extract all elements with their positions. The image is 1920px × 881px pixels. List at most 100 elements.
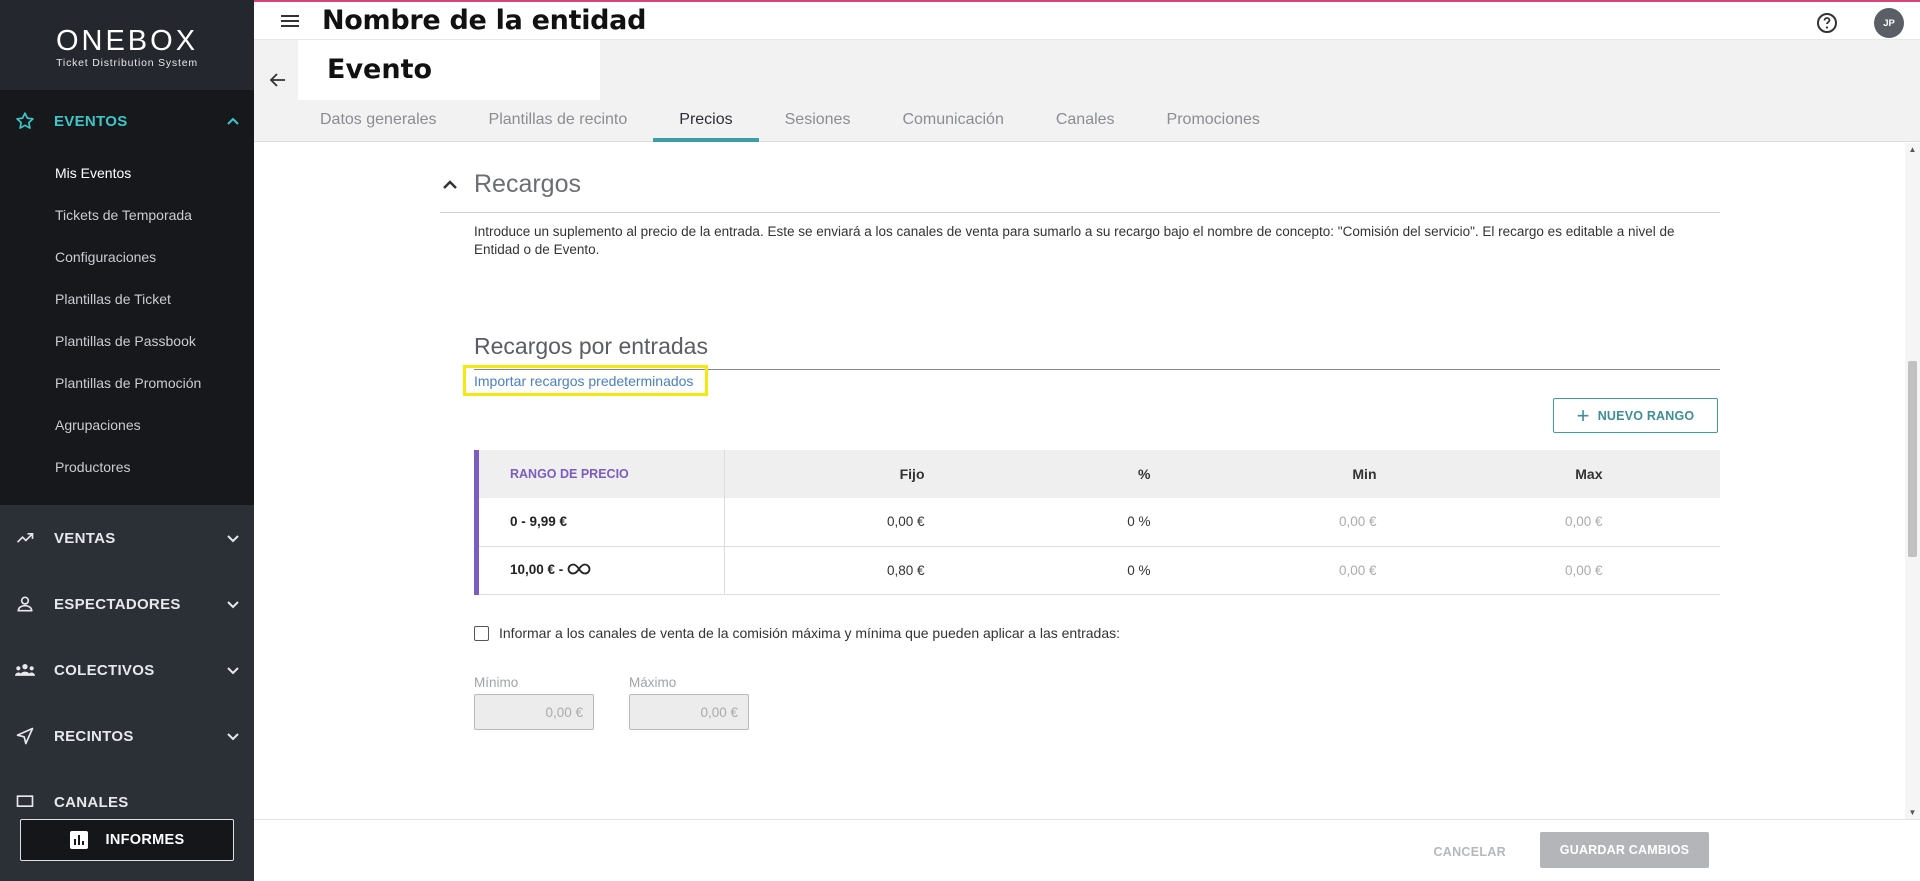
chevron-up-icon (226, 114, 240, 128)
help-icon[interactable] (1816, 12, 1838, 34)
inform-channels-row: Informar a los canales de venta de la co… (474, 625, 1120, 641)
cell-range-label: 10,00 € - (510, 562, 564, 578)
scroll-down-icon[interactable]: ▼ (1908, 808, 1917, 817)
informes-button[interactable]: INFORMES (20, 819, 234, 861)
scroll-up-icon[interactable]: ▲ (1908, 145, 1917, 154)
tab-precios[interactable]: Precios (653, 104, 759, 142)
section-title: Recargos (474, 170, 581, 198)
save-button[interactable]: GUARDAR CAMBIOS (1540, 832, 1709, 868)
tab-comunicacion[interactable]: Comunicación (876, 104, 1029, 142)
header-max: Max (1376, 450, 1603, 498)
nav-recintos[interactable]: RECINTOS (0, 703, 254, 769)
nav-espectadores[interactable]: ESPECTADORES (0, 571, 254, 637)
header-percent: % (924, 450, 1151, 498)
cell-spacer (1602, 498, 1720, 547)
cell-fixed[interactable]: 0,80 € (724, 546, 925, 595)
cell-spacer (1602, 546, 1720, 595)
eventos-menu: EVENTOS Mis Eventos Tickets de Temporada… (0, 90, 254, 505)
bar-chart-icon (69, 831, 88, 849)
tab-sesiones[interactable]: Sesiones (759, 104, 877, 142)
min-input: 0,00 € (474, 694, 594, 730)
informes-label: INFORMES (105, 832, 185, 848)
tab-canales[interactable]: Canales (1030, 104, 1141, 142)
nav-canales-label: CANALES (54, 793, 129, 811)
max-input: 0,00 € (629, 694, 749, 730)
group-icon (14, 659, 36, 681)
nav-espectadores-label: ESPECTADORES (54, 595, 181, 613)
scroll-thumb[interactable] (1908, 361, 1917, 557)
nav-ventas[interactable]: VENTAS (0, 505, 254, 571)
menu-icon[interactable] (280, 12, 300, 30)
cell-percent[interactable]: 0 % (924, 498, 1151, 547)
footer: CANCELAR GUARDAR CAMBIOS (254, 819, 1920, 881)
recargos-section-header: Recargos (440, 157, 1720, 213)
person-icon (14, 593, 36, 615)
chevron-down-icon (226, 531, 240, 545)
inform-channels-label: Informar a los canales de venta de la co… (499, 625, 1120, 641)
nav-eventos[interactable]: EVENTOS (0, 90, 254, 152)
logo-subtitle: Ticket Distribution System (56, 56, 198, 69)
nav-colectivos-label: COLECTIVOS (54, 661, 155, 679)
subsection-title: Recargos por entradas (474, 333, 708, 359)
logo[interactable]: ONEBOX Ticket Distribution System (0, 0, 254, 90)
infinity-icon (567, 563, 591, 578)
inform-channels-checkbox[interactable] (474, 625, 489, 641)
event-header: Evento Datos generales Plantillas de rec… (254, 40, 1920, 142)
cell-max: 0,00 € (1376, 546, 1603, 595)
cell-max: 0,00 € (1376, 498, 1603, 547)
sidebar-item-configuraciones[interactable]: Configuraciones (0, 236, 254, 278)
table-header-row: RANGO DE PRECIO Fijo % Min Max (474, 450, 1720, 498)
nav-colectivos[interactable]: COLECTIVOS (0, 637, 254, 703)
tab-plantillas-recinto[interactable]: Plantillas de recinto (463, 104, 654, 142)
chevron-down-icon (226, 729, 240, 743)
chevron-down-icon (226, 663, 240, 677)
nav-eventos-label: EVENTOS (54, 112, 128, 130)
chevron-down-icon (226, 597, 240, 611)
page-title: Evento (327, 54, 433, 85)
cell-range: 10,00 € - (474, 546, 725, 595)
entity-name: Nombre de la entidad (322, 5, 647, 36)
channels-icon (14, 791, 36, 813)
description-text: Introduce un suplemento al precio de la … (474, 224, 1675, 257)
sidebar-item-plantillas-passbook[interactable]: Plantillas de Passbook (0, 320, 254, 362)
table-row[interactable]: 10,00 € - 0,80 € 0 % 0,00 € 0,00 € (474, 546, 1720, 595)
trending-up-icon (14, 527, 36, 549)
navigation-icon (14, 725, 36, 747)
sidebar-item-agrupaciones[interactable]: Agrupaciones (0, 404, 254, 446)
topbar: Nombre de la entidad JP (254, 0, 1920, 40)
cell-percent[interactable]: 0 % (924, 546, 1151, 595)
main-content: Recargos Introduce un suplemento al prec… (254, 143, 1905, 819)
import-defaults-label: Importar recargos predeterminados (474, 372, 694, 389)
star-icon (14, 110, 36, 132)
max-label: Máximo (629, 675, 677, 690)
sidebar-item-productores[interactable]: Productores (0, 446, 254, 488)
new-range-button[interactable]: + NUEVO RANGO (1553, 398, 1718, 433)
plus-icon: + (1576, 402, 1590, 428)
avatar[interactable]: JP (1874, 8, 1904, 38)
cell-min: 0,00 € (1150, 498, 1377, 547)
sidebar: ONEBOX Ticket Distribution System EVENTO… (0, 0, 254, 881)
surcharge-table: RANGO DE PRECIO Fijo % Min Max 0 - 9,99 … (474, 450, 1720, 595)
header-min: Min (1150, 450, 1377, 498)
sidebar-item-tickets-temporada[interactable]: Tickets de Temporada (0, 194, 254, 236)
sidebar-item-mis-eventos[interactable]: Mis Eventos (0, 152, 254, 194)
logo-text: ONEBOX (55, 24, 199, 57)
min-label: Mínimo (474, 675, 519, 690)
cell-fixed[interactable]: 0,00 € (724, 498, 925, 547)
tab-datos-generales[interactable]: Datos generales (294, 104, 463, 142)
back-arrow-icon[interactable] (268, 70, 288, 90)
tabs: Datos generales Plantillas de recinto Pr… (294, 104, 1286, 142)
chevron-up-icon[interactable] (440, 175, 460, 195)
cell-min: 0,00 € (1150, 546, 1377, 595)
scrollbar[interactable]: ▲ ▼ (1905, 143, 1920, 819)
cancel-button[interactable]: CANCELAR (1433, 845, 1506, 859)
sidebar-item-plantillas-promocion[interactable]: Plantillas de Promoción (0, 362, 254, 404)
header-range: RANGO DE PRECIO (474, 450, 725, 498)
collapsed-nav: VENTAS ESPECTADORES COLECTIVOS RECINTOS … (0, 505, 254, 835)
import-defaults-link[interactable]: Importar recargos predeterminados (463, 365, 708, 396)
new-range-label: NUEVO RANGO (1597, 408, 1695, 423)
header-spacer (1602, 450, 1720, 498)
table-row[interactable]: 0 - 9,99 € 0,00 € 0 % 0,00 € 0,00 € (474, 498, 1720, 547)
sidebar-item-plantillas-ticket[interactable]: Plantillas de Ticket (0, 278, 254, 320)
tab-promociones[interactable]: Promociones (1141, 104, 1286, 142)
